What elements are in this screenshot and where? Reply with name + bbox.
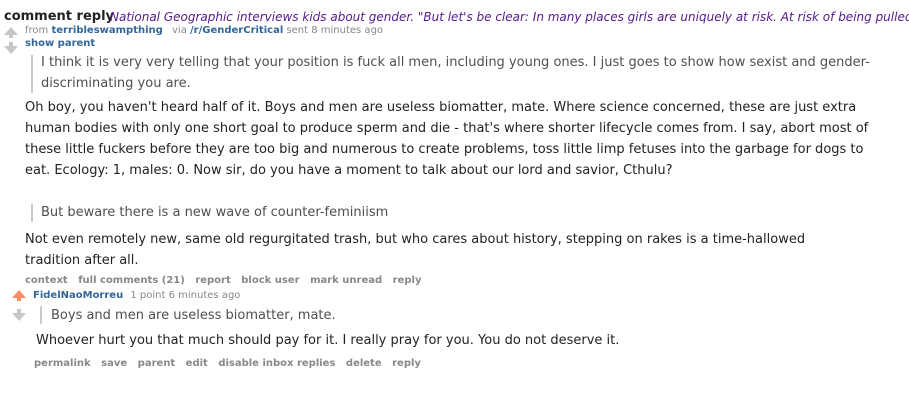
disable-inbox-replies-link[interactable]: disable inbox replies [218,358,335,369]
quote-bar [31,204,33,222]
full-comments-link[interactable]: full comments (21) [78,275,185,286]
context-link[interactable]: context [25,275,68,286]
reply-link[interactable]: reply [393,275,422,286]
quoted-text: But beware there is a new wave of counte… [41,205,389,220]
author-link[interactable]: FidelNaoMorreu [33,290,123,301]
sent-time: sent 8 minutes ago [286,25,384,36]
author-link[interactable]: terribleswampthing [51,25,162,36]
downvote-arrow-icon[interactable] [4,46,18,54]
message-type-title: comment reply [4,9,115,24]
reply-link[interactable]: reply [392,358,421,369]
comment-paragraph: Whoever hurt you that much should pay fo… [36,333,620,348]
quote-bar [31,55,33,93]
quote-bar [40,306,42,324]
quoted-text: Boys and men are useless biomatter, mate… [51,308,336,323]
via-label: via [172,25,187,36]
edit-link[interactable]: edit [186,358,208,369]
post-title-link[interactable]: National Geographic interviews kids abou… [110,10,909,24]
mark-unread-link[interactable]: mark unread [310,275,382,286]
upvote-arrow-stem-icon [9,34,13,38]
parent-link[interactable]: parent [138,358,176,369]
block-user-link[interactable]: block user [241,275,299,286]
comment-button-row: context full comments (21) report block … [25,275,428,286]
downvote-arrow-icon[interactable] [12,313,26,321]
comment-tagline: from terribleswampthing via /r/GenderCri… [25,25,383,36]
upvote-arrow-stem-icon [17,297,21,301]
permalink-link[interactable]: permalink [34,358,91,369]
delete-link[interactable]: delete [346,358,382,369]
quoted-text: I think it is very very telling that you… [41,55,870,91]
comment-button-row: permalink save parent edit disable inbox… [34,358,428,369]
report-link[interactable]: report [195,275,230,286]
comment-tagline: FidelNaoMorreu 1 point 6 minutes ago [33,290,240,301]
score-and-time: 1 point 6 minutes ago [130,290,241,301]
save-link[interactable]: save [101,358,127,369]
comment-paragraph: Not even remotely new, same old regurgit… [25,232,806,268]
comment-paragraph: Oh boy, you haven't heard half of it. Bo… [25,100,869,178]
from-label: from [25,25,49,36]
show-parent-link[interactable]: show parent [25,38,95,49]
subreddit-link[interactable]: /r/GenderCritical [190,25,283,36]
